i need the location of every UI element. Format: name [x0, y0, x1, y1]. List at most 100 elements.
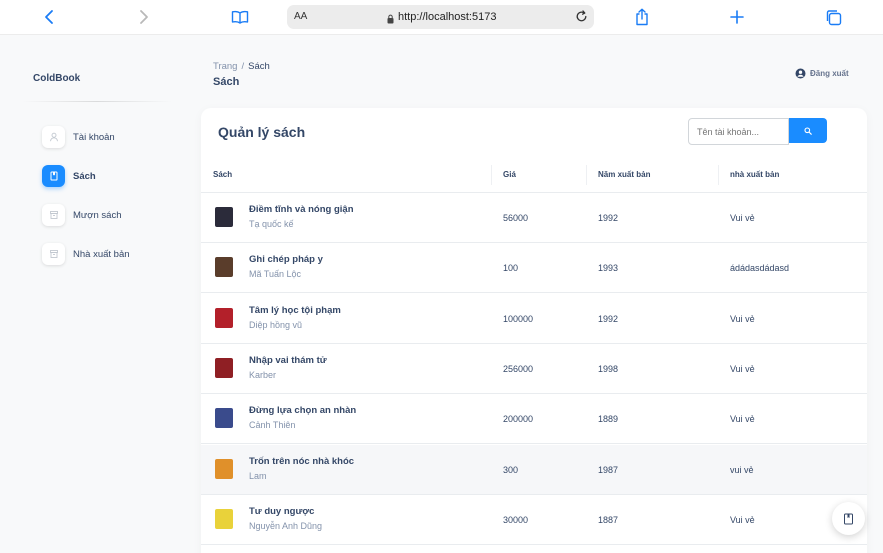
book-title: Tư duy ngược — [249, 505, 315, 517]
year-cell: 1993 — [598, 263, 619, 274]
book-title: Nhập vai thám tử — [249, 354, 327, 366]
sidebar-item-borrow[interactable]: Mượn sách — [42, 203, 172, 227]
price-cell: 100000 — [503, 313, 534, 324]
table-row[interactable]: Tâm lý học tội phạm Diệp hồng vũ 100000 199… — [201, 294, 867, 344]
publisher-cell: Vui vẻ — [730, 213, 755, 223]
publisher-cell: Vui vẻ — [730, 414, 755, 425]
share-icon — [636, 8, 648, 26]
share-button[interactable] — [631, 7, 653, 27]
table-row[interactable]: Ghi chép pháp y Mã Tuấn Lộc 100 1993 ádádasd… — [201, 243, 867, 294]
page-title: Sách — [213, 76, 240, 88]
year-cell: 1992 — [598, 313, 619, 324]
open-book-icon — [231, 10, 249, 24]
tabs-overview-button[interactable] — [822, 7, 844, 27]
book-cover-thumbnail — [215, 508, 233, 529]
sidebar-item-account[interactable]: Tài khoản — [42, 125, 172, 149]
search-input[interactable] — [688, 118, 789, 145]
sidebar-item-publisher[interactable]: Nhà xuất bản — [42, 242, 172, 266]
browser-toolbar: AA http://localhost:5173 — [0, 0, 883, 35]
new-tab-button[interactable] — [726, 7, 748, 27]
book-author: Cảnh Thiên — [249, 420, 296, 431]
archive-icon — [42, 204, 65, 226]
sidebar-item-books[interactable]: Sách — [42, 164, 172, 188]
breadcrumb-root[interactable]: Trang — [213, 61, 237, 72]
year-cell: 1992 — [598, 213, 619, 223]
table-header: Sách Giá Năm xuất bản nhà xuất bản — [201, 157, 867, 193]
sidebar-item-label: Mượn sách — [73, 209, 122, 221]
logout-button[interactable]: Đăng xuất — [795, 68, 849, 79]
column-header-year[interactable]: Năm xuất bản — [598, 170, 650, 179]
table-row[interactable]: Điềm tĩnh và nóng giận Tạ quốc kế 56000 199… — [201, 193, 867, 243]
price-cell: 30000 — [503, 514, 529, 525]
year-cell: 1887 — [598, 514, 619, 525]
table-row[interactable]: Đừng lựa chọn an nhàn Cảnh Thiên 200000 188… — [201, 394, 867, 445]
archive-icon — [42, 243, 65, 265]
book-title: Trốn trên nóc nhà khóc — [249, 455, 355, 467]
column-header-book[interactable]: Sách — [213, 170, 232, 179]
breadcrumb-current: Sách — [248, 61, 270, 72]
book-title: Tâm lý học tội phạm — [249, 304, 341, 316]
publisher-cell: Vui vẻ — [730, 514, 755, 525]
publisher-cell: Vui vẻ — [730, 313, 755, 324]
address-bar[interactable]: AA http://localhost:5173 — [287, 5, 594, 29]
book-title: Điềm tĩnh và nóng giận — [249, 204, 354, 215]
price-cell: 200000 — [503, 414, 534, 425]
logout-label: Đăng xuất — [810, 69, 849, 78]
price-cell: 100 — [503, 263, 519, 274]
chevron-left-icon — [45, 10, 53, 24]
bookmarks-button[interactable] — [229, 7, 251, 27]
book-cover-thumbnail — [215, 408, 233, 429]
book-cover-thumbnail — [215, 207, 233, 227]
search-icon — [804, 126, 812, 135]
plus-icon — [730, 10, 744, 24]
book-title: Ghi chép pháp y — [249, 254, 323, 266]
column-divider — [586, 165, 587, 185]
sidebar: ColdBook Tài khoản Sách Mượn sách Nhà xu… — [0, 36, 185, 553]
publisher-cell: Vui vẻ — [730, 363, 755, 374]
breadcrumb-separator: / — [241, 61, 245, 72]
reload-icon[interactable] — [575, 10, 588, 28]
column-header-price[interactable]: Giá — [503, 170, 516, 179]
floating-action-button[interactable] — [832, 502, 865, 535]
book-cover-thumbnail — [215, 307, 233, 328]
sidebar-item-label: Sách — [73, 170, 96, 182]
year-cell: 1998 — [598, 363, 619, 374]
column-header-publisher[interactable]: nhà xuất bản — [730, 170, 779, 179]
table-row[interactable]: Nhập vai thám tử Karber 256000 1998 Vui vẻ — [201, 344, 867, 394]
book-icon — [42, 165, 65, 187]
publisher-cell: vui vẻ — [730, 464, 754, 475]
book-icon — [844, 513, 853, 524]
year-cell: 1889 — [598, 414, 619, 425]
price-cell: 300 — [503, 464, 519, 475]
back-button[interactable] — [38, 7, 60, 27]
book-author: Diệp hồng vũ — [249, 319, 303, 330]
publisher-cell: ádádasdádasd — [730, 263, 790, 274]
book-author: Tạ quốc kế — [249, 219, 294, 229]
table-row[interactable]: Trốn trên nóc nhà khóc Lam 300 1987 vui vẻ — [201, 444, 867, 495]
brand-name[interactable]: ColdBook — [33, 73, 80, 84]
price-cell: 256000 — [503, 363, 534, 374]
user-icon — [42, 126, 65, 148]
reader-aa-button[interactable]: AA — [294, 11, 307, 22]
sidebar-item-label: Nhà xuất bản — [73, 248, 130, 260]
search-button[interactable] — [789, 118, 827, 143]
book-cover-thumbnail — [215, 357, 233, 378]
column-divider — [491, 165, 492, 185]
sidebar-item-label: Tài khoản — [73, 131, 115, 143]
user-circle-icon — [795, 68, 806, 79]
price-cell: 56000 — [503, 213, 529, 223]
book-author: Lam — [249, 470, 267, 481]
forward-button[interactable] — [133, 7, 155, 27]
tabs-icon — [826, 9, 841, 25]
breadcrumb: Trang / Sách — [213, 61, 270, 72]
book-author: Karber — [249, 369, 277, 380]
books-card: Quản lý sách Sách Giá Năm xuất bản nhà x… — [201, 108, 867, 553]
table-row[interactable]: Tư duy ngược Nguyễn Anh Dũng 30000 1887 Vui … — [201, 495, 867, 545]
sidebar-divider — [22, 101, 172, 102]
book-author: Mã Tuấn Lộc — [249, 269, 302, 280]
card-title: Quản lý sách — [218, 124, 306, 140]
book-title: Đừng lựa chọn an nhàn — [249, 405, 357, 417]
year-cell: 1987 — [598, 464, 619, 475]
lock-icon — [387, 11, 394, 29]
column-divider — [718, 165, 719, 185]
